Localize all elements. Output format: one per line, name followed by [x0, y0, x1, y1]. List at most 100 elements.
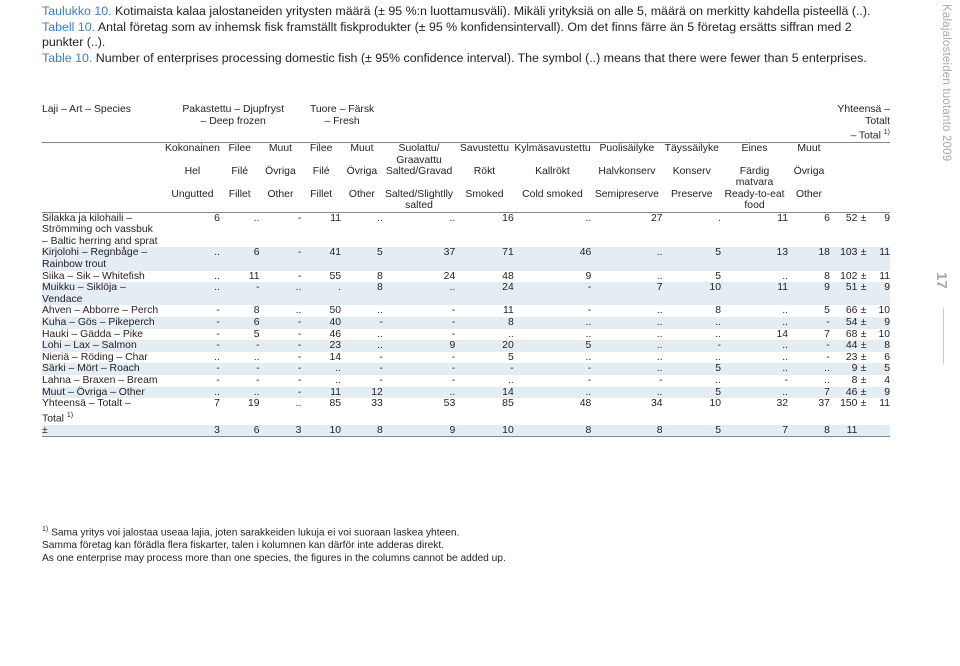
cell-value-3: 55 [329, 270, 341, 282]
cell-total: 51 [829, 282, 858, 306]
header-fi-total-blank [830, 143, 890, 166]
cell-plusminus: ± [860, 375, 867, 386]
header-total-label: Yhteensä – Totalt – Total [837, 104, 890, 142]
col-sv-3: Filé [312, 166, 330, 178]
cell-value-8: .. [656, 328, 663, 340]
total-row-label: Yhteensä – Totalt – Total 1) [42, 398, 131, 425]
cell-plusminus: ± [860, 305, 867, 317]
total-value-1: 19 [247, 398, 260, 410]
cell-value-8: .. [591, 247, 663, 271]
col-fi-11: Muut [797, 143, 821, 155]
cell-value-7: .. [585, 328, 592, 340]
ci-value-2: 3 [259, 424, 302, 438]
cell-value-7: - [513, 363, 592, 375]
header-group-deepfrozen: Pakastettu – Djupfryst – Deep frozen [165, 104, 302, 144]
col-sv-2: Övriga [265, 166, 296, 178]
ci-plusminus [857, 424, 870, 438]
cell-value-6: 8 [455, 317, 514, 329]
cell-value-2: - [259, 211, 302, 248]
total-value-2: .. [295, 398, 302, 410]
col-fi-10: Eines [741, 143, 768, 155]
cell-value-3: . [301, 282, 341, 306]
cell-value-9: . [662, 211, 721, 248]
cell-value-1: 6 [219, 247, 260, 271]
total-value-0: 7 [214, 398, 220, 410]
cell-value-6: .. [507, 375, 514, 386]
cell-total: 46 [829, 386, 858, 399]
cell-value-5: .. [382, 386, 456, 399]
cell-value-5: - [451, 375, 456, 386]
cell-value-8: 7 [591, 282, 663, 306]
cell-value-6: - [455, 363, 514, 375]
total-value-4: 33 [371, 398, 383, 410]
table-row: Kirjolohi – Regnbåge – Rainbow trout.. 6-… [42, 247, 890, 271]
header-sv-row: Hel Filé Övriga Filé Övriga Salted/Grava… [42, 166, 890, 189]
cell-value-0: 6 [165, 211, 220, 248]
cell-confidence-interval: 11 [869, 247, 890, 271]
cell-value-10: .. [721, 363, 789, 375]
table-row: Hauki – Gädda – Pike - 5 - 46.. -........ 14 7 6… [42, 329, 890, 341]
cell-value-3: .. [335, 375, 341, 386]
footnote-line-en: As one enterprise may process more than … [42, 552, 506, 564]
cell-value-0: .. [214, 270, 220, 282]
cell-value-4: - [379, 351, 383, 363]
cell-value-11: 7 [824, 328, 830, 340]
cell-total: 102 [840, 270, 858, 282]
caption-en: Table 10. Number of enterprises processi… [42, 51, 890, 67]
cell-value-1: - [219, 340, 260, 352]
cell-value-2: - [259, 340, 302, 352]
cell-value-9: 8 [715, 305, 721, 317]
col-sv-9: Konserv [672, 166, 711, 178]
publication-title: Kalajalosteiden tuotanto 2009 [940, 4, 952, 162]
cell-value-10: 11 [721, 282, 789, 306]
col-en-5: Salted/Slightlly salted [382, 188, 456, 213]
ci-value-3: 10 [301, 424, 341, 438]
cell-value-10: 14 [776, 328, 789, 340]
col-en-7: Cold smoked [513, 188, 592, 213]
cell-value-4: .. [341, 211, 383, 248]
ci-value-5: 9 [382, 424, 456, 438]
cell-value-6: 14 [455, 386, 514, 399]
cell-value-3: 40 [301, 317, 341, 329]
cell-confidence-interval: 4 [884, 375, 890, 386]
cell-value-1: - [219, 282, 260, 306]
cell-value-1: .. [253, 351, 260, 363]
ci-value-4: 8 [341, 424, 383, 438]
cell-total: 103 [829, 247, 858, 271]
cell-confidence-interval: 9 [869, 386, 890, 399]
cell-total: 44 [829, 340, 858, 352]
col-fi-8: Puolisäilyke [599, 143, 655, 155]
col-sv-1: Filé [231, 166, 249, 178]
cell-value-5: .. [382, 282, 456, 306]
table-row: Ahven – Abborre – Perch - 8.. 50.. - 11 -.. 8..… [42, 305, 890, 317]
cell-value-2: - [259, 363, 302, 375]
cell-value-2: .. [295, 305, 302, 317]
footnote-text-fi: Sama yritys voi jalostaa useaa lajia, jo… [51, 527, 460, 539]
total-row-superscript: 1) [66, 411, 74, 419]
ci-value-1: 6 [219, 424, 260, 438]
col-fi-0: Kokonainen [165, 143, 220, 155]
row-species-label: Silakka ja kilohaili – Strömming och vas… [42, 211, 165, 248]
cell-value-1: .. [219, 211, 260, 248]
total-value-7: 48 [579, 398, 592, 410]
cell-value-4: .. [341, 340, 383, 352]
cell-value-5: .. [382, 211, 456, 248]
ci-grand: 11 [829, 424, 858, 438]
ci-value-9: 5 [662, 424, 721, 438]
cell-value-11: 7 [788, 386, 830, 399]
cell-confidence-interval: 9 [869, 211, 890, 248]
table-row: Särki – Mört – Roach - - -.. - - - -.. 5.... 9 ±5 [42, 363, 890, 375]
row-species-label: Ahven – Abborre – Perch [42, 305, 159, 317]
cell-value-0: .. [165, 282, 220, 306]
cell-total: 54 [829, 317, 858, 329]
cell-value-6: 71 [455, 247, 514, 271]
cell-value-3: 11 [301, 211, 341, 248]
col-fi-7: Kylmäsavustettu [514, 143, 591, 155]
cell-value-5: - [451, 351, 456, 363]
total-plusminus: ± [860, 398, 867, 410]
document-page: Kalajalosteiden tuotanto 2009 17 Taulukk… [0, 0, 960, 666]
cell-value-0: .. [214, 351, 220, 363]
cell-plusminus: ± [857, 340, 870, 352]
cell-plusminus: ± [857, 386, 870, 399]
header-group-spacer [382, 104, 830, 144]
